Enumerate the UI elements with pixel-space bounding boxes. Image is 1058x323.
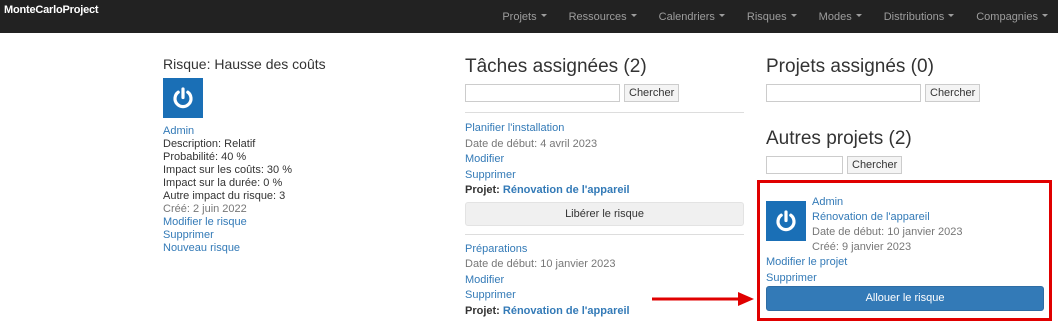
- highlight-box: [757, 180, 1052, 321]
- divider: [465, 112, 744, 113]
- assigned-tasks: Tâches assignées (2) Chercher Planifier …: [465, 56, 744, 319]
- task-project: Projet: Rénovation de l'appareil: [465, 183, 744, 199]
- nav-risques-label: Risques: [746, 10, 787, 23]
- assigned-projects-search-input[interactable]: [766, 84, 921, 102]
- power-icon: [173, 87, 193, 109]
- projects-column: Projets assignés (0) Chercher Autres pro…: [766, 56, 1050, 174]
- risk-created: Créé: 2 juin 2022: [163, 203, 247, 215]
- other-projects-search-button[interactable]: Chercher: [847, 156, 903, 174]
- nav-distributions-label: Distributions: [883, 10, 945, 23]
- risk-title: Risque: Hausse des coûts: [163, 56, 326, 72]
- task-edit-link[interactable]: Modifier: [465, 152, 744, 168]
- new-risk-link[interactable]: Nouveau risque: [163, 242, 413, 255]
- task-project-label: Projet:: [465, 184, 500, 196]
- caret-down-icon: [718, 14, 725, 18]
- task-project-link[interactable]: Rénovation de l'appareil: [503, 184, 630, 196]
- task-item: Planifier l'installation Date de début: …: [465, 121, 744, 226]
- other-projects-search: Chercher: [766, 156, 1050, 174]
- divider: [465, 233, 744, 235]
- tasks-search: Chercher: [465, 84, 744, 102]
- delete-risk-link[interactable]: Supprimer: [163, 229, 413, 242]
- main-nav: Projets Ressources Calendriers Risques M…: [480, 0, 1058, 33]
- top-navbar: MonteCarloProject Projets Ressources Cal…: [0, 0, 1058, 33]
- nav-projets-label: Projets: [502, 10, 537, 23]
- nav-compagnies[interactable]: Compagnies: [976, 11, 1048, 23]
- caret-down-icon: [1042, 14, 1048, 18]
- nav-calendriers[interactable]: Calendriers: [659, 11, 725, 23]
- nav-compagnies-label: Compagnies: [976, 10, 1038, 23]
- caret-down-icon: [948, 14, 955, 18]
- nav-modes-label: Modes: [818, 10, 852, 23]
- nav-ressources[interactable]: Ressources: [569, 11, 637, 23]
- task-start-date: Date de début: 4 avril 2023: [465, 137, 598, 150]
- release-risk-button[interactable]: Libérer le risque: [465, 201, 744, 226]
- risk-other-impact: Autre impact du risque: 3: [163, 190, 286, 202]
- task-project-label: Projet:: [465, 304, 500, 317]
- nav-distributions[interactable]: Distributions: [884, 11, 955, 23]
- other-projects-search-input[interactable]: [766, 156, 843, 174]
- caret-down-icon: [790, 14, 797, 18]
- caret-down-icon: [540, 14, 547, 18]
- risk-cost-impact: Impact sur les coûts: 30 %: [163, 164, 292, 176]
- risk-owner-link[interactable]: Admin: [163, 125, 413, 138]
- risk-description: Description: Relatif: [163, 138, 256, 150]
- task-name-link[interactable]: Préparations: [465, 242, 744, 258]
- nav-risques[interactable]: Risques: [747, 11, 797, 23]
- task-project-link[interactable]: Rénovation de l'appareil: [503, 305, 630, 317]
- caret-down-icon: [630, 14, 637, 18]
- task-name-link[interactable]: Planifier l'installation: [465, 121, 744, 137]
- red-arrow-icon: [652, 292, 754, 306]
- nav-projets[interactable]: Projets: [502, 10, 547, 23]
- risk-avatar: [163, 78, 203, 118]
- caret-down-icon: [855, 14, 862, 18]
- edit-risk-link[interactable]: Modifier le risque: [163, 216, 413, 229]
- task-delete-link[interactable]: Supprimer: [465, 168, 744, 184]
- assigned-projects-search-button[interactable]: Chercher: [925, 84, 981, 102]
- risk-probability: Probabilité: 40 %: [163, 151, 247, 163]
- assigned-projects-title: Projets assignés (0): [766, 56, 934, 77]
- task-edit-link[interactable]: Modifier: [465, 273, 744, 289]
- other-projects-title: Autres projets (2): [766, 128, 912, 149]
- tasks-search-input[interactable]: [465, 84, 620, 102]
- nav-calendriers-label: Calendriers: [658, 10, 715, 23]
- tasks-search-button[interactable]: Chercher: [624, 84, 680, 102]
- tasks-title: Tâches assignées (2): [465, 56, 647, 77]
- risk-details: Risque: Hausse des coûts Admin Descripti…: [163, 56, 413, 255]
- nav-ressources-label: Ressources: [568, 10, 627, 23]
- nav-modes[interactable]: Modes: [819, 11, 862, 23]
- task-start-date: Date de début: 10 janvier 2023: [465, 258, 616, 270]
- assigned-projects-search: Chercher: [766, 84, 1050, 102]
- risk-duration-impact: Impact sur la durée: 0 %: [163, 177, 283, 189]
- brand-link[interactable]: MonteCarloProject: [4, 4, 99, 16]
